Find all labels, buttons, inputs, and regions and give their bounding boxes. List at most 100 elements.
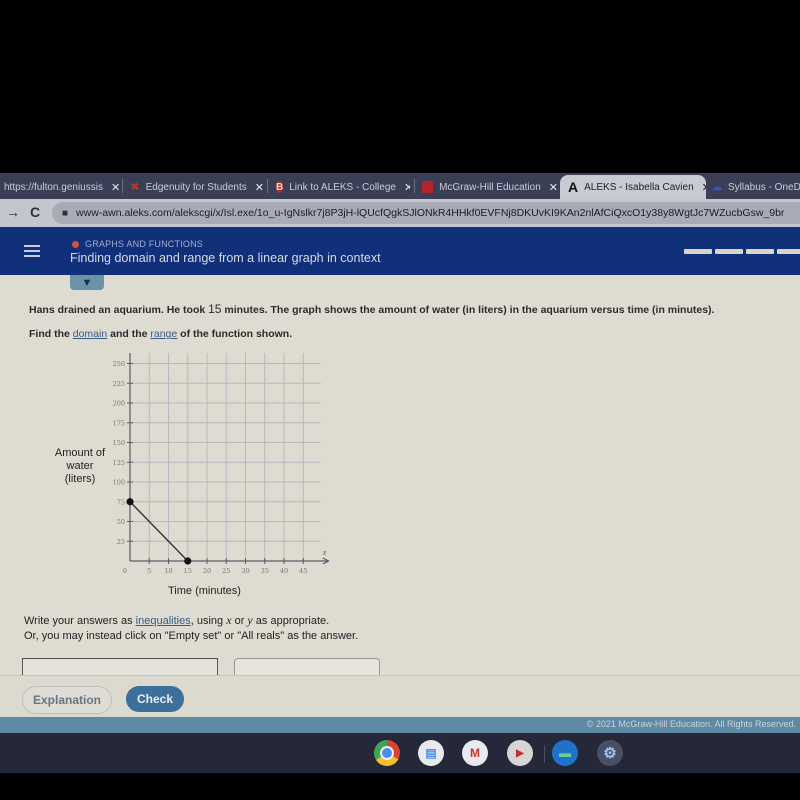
- problem-question: Find the domain and the range of the fun…: [29, 328, 292, 340]
- files-icon[interactable]: ▬: [552, 740, 578, 766]
- y-tick-label: 225: [113, 380, 125, 388]
- x-tick-label: 20: [203, 567, 211, 575]
- reload-icon[interactable]: C: [30, 204, 40, 220]
- y-tick-label: 175: [113, 419, 125, 427]
- tab-label: ALEKS - Isabella Cavien: [584, 181, 694, 193]
- browser-toolbar: → C ■ www-awn.aleks.com/alekscgi/x/Isl.e…: [0, 199, 800, 227]
- action-bar: Explanation Check: [0, 675, 800, 718]
- page-title: Finding domain and range from a linear g…: [70, 251, 381, 265]
- topic-label: GRAPHS AND FUNCTIONS: [72, 239, 203, 249]
- topic-text: GRAPHS AND FUNCTIONS: [85, 239, 204, 249]
- progress-segment: [777, 249, 800, 254]
- close-icon[interactable]: ✕: [404, 181, 410, 194]
- y-tick-label: 25: [117, 538, 125, 546]
- tab-divider: [414, 179, 415, 193]
- aleks-a-icon: A: [568, 179, 579, 195]
- settings-icon[interactable]: ⚙: [597, 740, 623, 766]
- tab-label: Edgenuity for Students: [145, 181, 247, 193]
- y-tick-label: 75: [117, 498, 125, 506]
- problem-statement: Hans drained an aquarium. He took 15 min…: [29, 302, 714, 316]
- x-tick-label: 35: [261, 567, 269, 575]
- docs-icon[interactable]: ▤: [418, 740, 444, 766]
- x-tick-label: 0: [123, 567, 127, 575]
- progress-segment: [746, 249, 774, 254]
- question-text: of the function shown.: [177, 328, 293, 340]
- x-tick-label: 25: [222, 567, 230, 575]
- youtube-icon[interactable]: ▶: [507, 740, 533, 766]
- domain-link[interactable]: domain: [73, 328, 107, 340]
- chevron-down-icon: ▼: [81, 276, 93, 289]
- aleks-header: GRAPHS AND FUNCTIONS Finding domain and …: [0, 227, 800, 275]
- tab-link-to-aleks[interactable]: B Link to ALEKS - College ✕: [276, 175, 410, 199]
- endpoint-dot: [184, 557, 192, 565]
- instruction-text: Or, you may instead click on "Empty set"…: [24, 630, 359, 642]
- check-button[interactable]: Check: [126, 686, 184, 712]
- gmail-icon[interactable]: M: [462, 740, 488, 766]
- problem-text: Hans drained an aquarium. He took: [29, 304, 209, 316]
- progress-segment: [684, 249, 712, 254]
- os-shelf: ▤ M ▶ ▬ ⚙: [0, 733, 800, 773]
- tab-label: McGraw-Hill Education: [439, 181, 541, 193]
- question-text: Find the: [29, 328, 73, 340]
- tab-divider: [267, 179, 268, 193]
- y-axis-title: Amount of water (liters): [54, 447, 106, 485]
- x-tick-label: 10: [164, 567, 172, 575]
- copyright-bar: © 2021 McGraw-Hill Education. All Rights…: [0, 717, 800, 733]
- menu-icon[interactable]: [24, 245, 40, 260]
- y-tick-label: 250: [113, 360, 125, 368]
- y-tick-label: 150: [113, 439, 125, 447]
- minutes-value: 15: [208, 302, 222, 316]
- close-icon[interactable]: ✕: [549, 181, 558, 194]
- mcgraw-hill-icon: [422, 181, 434, 193]
- tab-edgenuity[interactable]: ✖ Edgenuity for Students ✕: [130, 175, 264, 199]
- topic-status-dot-icon: [72, 240, 79, 248]
- instruction-text: as appropriate.: [252, 615, 330, 627]
- y-tick-label: 50: [117, 518, 125, 526]
- problem-area: ▼ Hans drained an aquarium. He took 15 m…: [0, 275, 800, 679]
- tab-divider: [122, 179, 123, 193]
- browser-tab-strip: https://fulton.geniussis ✕ ✖ Edgenuity f…: [0, 173, 800, 199]
- shelf-divider: [544, 745, 545, 763]
- tab-aleks-active[interactable]: A ALEKS - Isabella Cavien ✕: [560, 175, 706, 199]
- endpoint-dot: [126, 498, 134, 506]
- copyright-text: © 2021 McGraw-Hill Education. All Rights…: [586, 719, 796, 729]
- line-graph: xy05101520253035404525507510012515017520…: [113, 353, 330, 575]
- tab-mcgraw-hill[interactable]: McGraw-Hill Education ✕: [422, 175, 558, 199]
- chrome-icon[interactable]: [374, 740, 400, 766]
- url-text[interactable]: www-awn.aleks.com/alekscgi/x/Isl.exe/1o_…: [76, 207, 784, 219]
- onedrive-cloud-icon: ☁: [712, 181, 722, 193]
- explanation-button[interactable]: Explanation: [22, 686, 112, 714]
- problem-text: minutes. The graph shows the amount of w…: [221, 304, 715, 316]
- range-link[interactable]: range: [150, 328, 177, 340]
- y-tick-label: 200: [113, 400, 125, 408]
- instruction-text: , using: [190, 615, 227, 627]
- tab-label: Link to ALEKS - College: [289, 181, 396, 193]
- bookmark-b-icon: B: [276, 181, 284, 193]
- y-tick-label: 100: [113, 479, 125, 487]
- tab-fulton-geniussis[interactable]: https://fulton.geniussis ✕: [4, 175, 122, 199]
- tab-label: https://fulton.geniussis: [4, 181, 103, 193]
- data-line-water: [129, 501, 189, 562]
- progress-segment: [715, 249, 743, 254]
- x-tick-label: 30: [241, 567, 249, 575]
- inequalities-link[interactable]: inequalities: [136, 615, 191, 627]
- instruction-text: or: [231, 615, 248, 627]
- close-icon[interactable]: ✕: [702, 181, 706, 194]
- address-bar[interactable]: ■ www-awn.aleks.com/alekscgi/x/Isl.exe/1…: [52, 202, 800, 224]
- forward-arrow-icon[interactable]: →: [6, 204, 20, 220]
- close-icon[interactable]: ✕: [111, 181, 120, 194]
- lock-icon: ■: [62, 207, 69, 219]
- collapse-toggle-button[interactable]: ▼: [70, 275, 104, 290]
- progress-bar: [684, 249, 800, 254]
- x-tick-label: 40: [280, 567, 288, 575]
- tab-syllabus-onedrive[interactable]: ☁ Syllabus - OneDrive: [712, 175, 800, 199]
- close-icon[interactable]: ✕: [255, 181, 264, 194]
- x-tick-label: 5: [147, 567, 151, 575]
- x-tick-label: 45: [299, 567, 307, 575]
- x-tick-label: 15: [184, 567, 192, 575]
- x-axis-title: Time (minutes): [168, 585, 241, 597]
- answer-instructions: Write your answers as inequalities, usin…: [24, 613, 358, 644]
- instruction-text: Write your answers as: [24, 615, 136, 627]
- edgenuity-icon: ✖: [130, 181, 139, 193]
- y-tick-label: 125: [113, 459, 125, 467]
